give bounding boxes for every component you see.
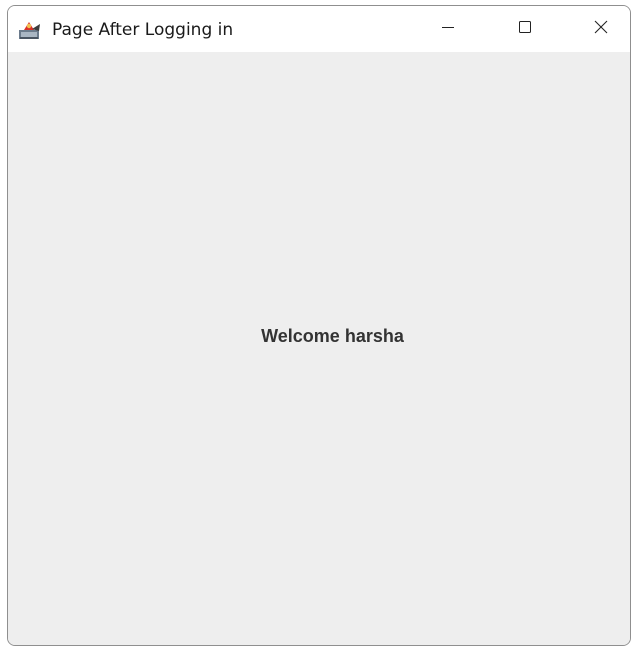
maximize-button[interactable]	[502, 6, 548, 52]
close-icon	[594, 20, 608, 39]
welcome-label: Welcome harsha	[261, 326, 404, 346]
java-icon[interactable]	[18, 20, 42, 40]
window-title: Page After Logging in	[52, 20, 234, 40]
minimize-button[interactable]	[425, 6, 471, 52]
maximize-icon	[518, 20, 532, 39]
minimize-icon	[441, 20, 455, 39]
content-panel: Welcome harsha	[8, 52, 630, 645]
close-button[interactable]	[578, 6, 624, 52]
title-bar[interactable]: Page After Logging in	[8, 6, 630, 52]
app-window: Page After Logging in Welcome harsha	[7, 5, 631, 646]
